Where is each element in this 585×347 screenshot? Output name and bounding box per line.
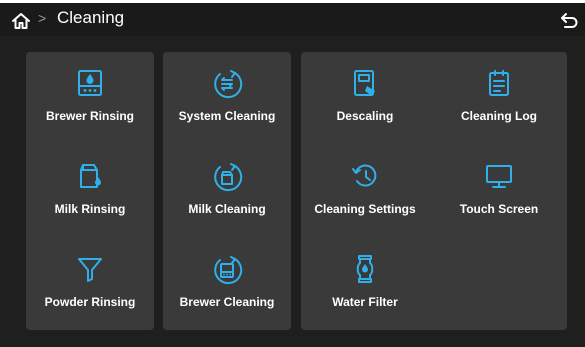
cleaning-settings-icon <box>352 164 377 187</box>
descaling-icon <box>354 70 375 96</box>
brewer-rinsing-button[interactable]: Brewer Rinsing <box>26 52 154 144</box>
maintenance-panel: Descaling Cleaning Log Cleaning Settings… <box>301 52 567 330</box>
brewer-cleaning-button[interactable]: Brewer Cleaning <box>163 238 291 330</box>
brewer-rinsing-label: Brewer Rinsing <box>45 109 135 123</box>
rinsing-panel: Brewer Rinsing Milk Rinsing Powder Rinsi… <box>26 52 154 330</box>
brewer-cleaning-icon <box>214 256 243 285</box>
cleaning-log-button[interactable]: Cleaning Log <box>435 52 563 144</box>
home-icon[interactable] <box>10 10 32 32</box>
milk-rinsing-label: Milk Rinsing <box>54 202 126 216</box>
breadcrumb-separator: > <box>38 10 47 26</box>
milk-cleaning-icon <box>214 163 243 192</box>
cleaning-settings-button[interactable]: Cleaning Settings <box>301 145 429 237</box>
powder-rinsing-icon <box>78 258 102 282</box>
cleaning-settings-label: Cleaning Settings <box>314 202 416 216</box>
milk-cleaning-label: Milk Cleaning <box>188 202 266 216</box>
back-icon[interactable] <box>559 11 579 31</box>
system-cleaning-button[interactable]: System Cleaning <box>163 52 291 144</box>
brewer-cleaning-label: Brewer Cleaning <box>179 295 275 309</box>
milk-cleaning-button[interactable]: Milk Cleaning <box>163 145 291 237</box>
brewer-rinsing-icon <box>78 70 102 96</box>
cleaning-log-icon <box>489 70 509 96</box>
page-title: Cleaning <box>57 8 125 27</box>
system-cleaning-label: System Cleaning <box>178 109 276 123</box>
system-cleaning-icon <box>214 70 243 99</box>
milk-rinsing-icon <box>80 164 101 188</box>
touch-screen-label: Touch Screen <box>459 202 539 216</box>
powder-rinsing-label: Powder Rinsing <box>44 295 136 309</box>
water-filter-label: Water Filter <box>332 295 398 309</box>
powder-rinsing-button[interactable]: Powder Rinsing <box>26 238 154 330</box>
milk-rinsing-button[interactable]: Milk Rinsing <box>26 145 154 237</box>
touch-screen-button[interactable]: Touch Screen <box>435 145 563 237</box>
descaling-button[interactable]: Descaling <box>301 52 429 144</box>
touch-screen-icon <box>486 165 512 188</box>
water-filter-button[interactable]: Water Filter <box>301 238 429 330</box>
water-filter-icon <box>356 255 374 283</box>
cleaning-panel: System Cleaning Milk Cleaning Brewer Cle… <box>163 52 291 330</box>
cleaning-log-label: Cleaning Log <box>461 109 537 123</box>
top-bar: > Cleaning <box>0 0 585 36</box>
descaling-label: Descaling <box>336 109 394 123</box>
